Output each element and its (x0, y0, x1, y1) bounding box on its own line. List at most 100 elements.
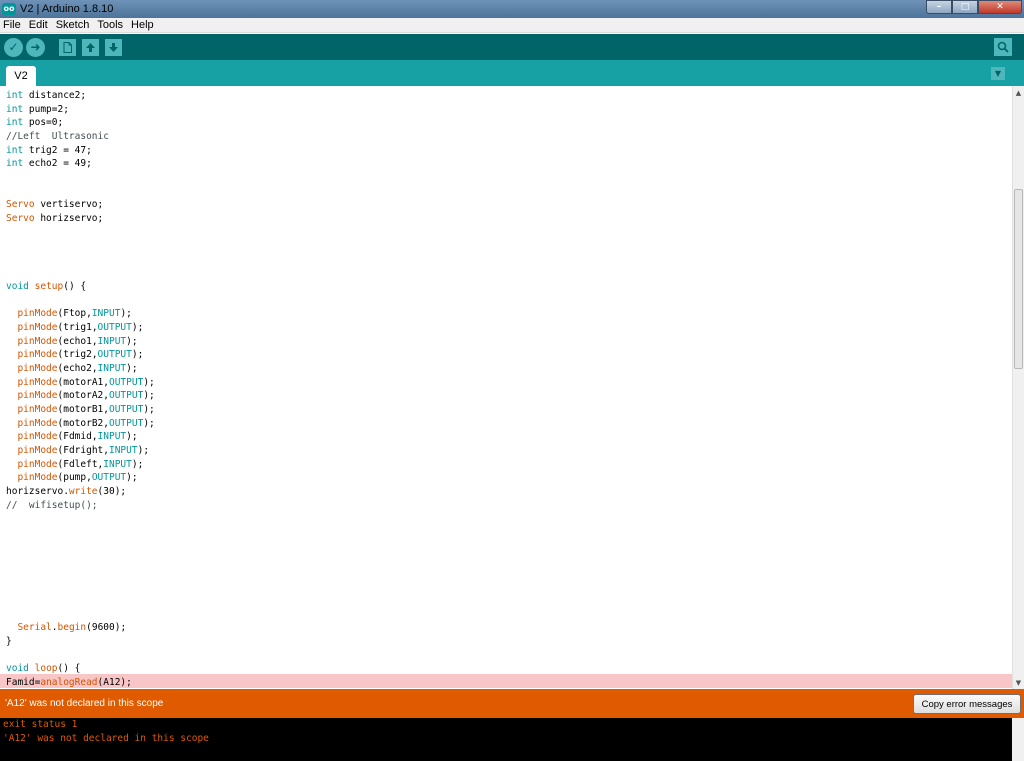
arrow-up-icon (86, 42, 95, 52)
code-line: Servo horizservo; (6, 212, 103, 225)
code-line: pinMode(echo1,INPUT); (6, 335, 138, 348)
code-token: ); (131, 349, 144, 361)
console-scrollbar[interactable] (1012, 718, 1024, 761)
code-token: OUTPUT (108, 403, 144, 415)
scroll-down-icon[interactable]: ▼ (1013, 677, 1024, 688)
code-line: Famid=analogRead(A12); (6, 676, 132, 689)
code-token: (Ftop, (57, 308, 92, 320)
code-token: ); (126, 335, 138, 347)
code-token: horizservo; (34, 212, 104, 224)
code-token: } (6, 636, 12, 647)
code-token: pinMode (17, 349, 58, 361)
check-icon: ✓ (8, 40, 19, 54)
code-line: // wifisetup(); (6, 499, 98, 512)
code-line: Servo vertiservo; (6, 198, 103, 211)
code-token: () { (57, 663, 81, 675)
menu-bar: File Edit Sketch Tools Help (0, 18, 1024, 33)
code-token: pinMode (17, 417, 58, 429)
code-token: (trig1, (57, 322, 98, 334)
minimize-button[interactable]: – (926, 0, 952, 14)
code-token: (pump, (57, 472, 92, 484)
code-token: // wifisetup(); (6, 499, 98, 511)
code-token: //Left Ultrasonic (6, 130, 109, 142)
code-token: pinMode (17, 363, 58, 374)
tab-v2[interactable]: V2 (6, 66, 36, 86)
code-token: (echo2, (57, 363, 98, 374)
code-token: int (6, 144, 24, 156)
copy-error-messages-button[interactable]: Copy error messages (913, 694, 1021, 714)
code-token: horizservo. (6, 485, 69, 497)
code-token: trig2 = 47; (23, 144, 92, 156)
code-token: (Fdright, (57, 444, 109, 456)
code-line: int pump=2; (6, 103, 69, 116)
code-token: OUTPUT (108, 390, 144, 402)
code-token: distance2; (23, 90, 87, 101)
code-line: horizservo.write(30); (6, 485, 126, 498)
code-line: pinMode(trig1,OUTPUT); (6, 321, 143, 334)
code-token: ); (137, 444, 150, 456)
menu-file[interactable]: File (0, 19, 25, 31)
code-token: INPUT (108, 444, 138, 456)
scrollbar-thumb[interactable] (1014, 189, 1023, 369)
title-bar: oo V2 | Arduino 1.8.10 – □ ✕ (0, 0, 1024, 18)
open-button[interactable] (82, 38, 99, 56)
menu-help[interactable]: Help (127, 19, 158, 31)
code-token: Serial (17, 622, 52, 634)
code-editor[interactable]: int distance2; int pump=2; int pos=0;//Lef… (0, 86, 1012, 689)
code-token: ); (143, 417, 155, 429)
code-token: INPUT (97, 335, 127, 347)
console-output[interactable]: exit status 1 'A12' was not declared in t… (0, 718, 1012, 761)
editor-scrollbar[interactable]: ▲ ▼ (1012, 86, 1024, 689)
code-token: pinMode (17, 403, 58, 415)
scroll-up-icon[interactable]: ▲ (1013, 87, 1024, 98)
new-button[interactable] (59, 38, 76, 56)
magnifier-icon (997, 41, 1009, 53)
menu-sketch[interactable]: Sketch (52, 19, 94, 31)
code-token: (9600); (86, 622, 127, 634)
console-line: exit status 1 (3, 719, 78, 730)
close-button[interactable]: ✕ (978, 0, 1022, 14)
code-token: pump=2; (23, 103, 69, 115)
code-token: OUTPUT (108, 417, 144, 429)
code-token: ); (131, 458, 144, 470)
console-line: 'A12' was not declared in this scope (3, 732, 209, 744)
code-token: pinMode (17, 376, 58, 388)
code-token: ); (126, 472, 138, 484)
code-token: ); (131, 322, 144, 334)
menu-edit[interactable]: Edit (25, 19, 52, 31)
code-token: pinMode (17, 472, 58, 484)
code-token: ); (143, 403, 155, 415)
maximize-button[interactable]: □ (952, 0, 978, 14)
code-token: pinMode (17, 335, 58, 347)
serial-monitor-button[interactable] (994, 38, 1012, 56)
code-token: (motorA2, (57, 390, 109, 402)
code-token: INPUT (91, 308, 121, 320)
menu-tools[interactable]: Tools (93, 19, 127, 31)
code-line: } (6, 635, 12, 648)
code-token: analogRead (40, 676, 98, 688)
upload-button[interactable]: ➜ (26, 37, 45, 57)
code-token: INPUT (103, 458, 132, 470)
code-line: pinMode(motorB2,OUTPUT); (6, 417, 155, 430)
error-message: 'A12' was not declared in this scope (5, 698, 164, 709)
tab-menu-button[interactable]: ▼ (991, 67, 1005, 80)
code-token: ); (126, 363, 138, 374)
verify-button[interactable]: ✓ (4, 37, 23, 57)
code-line: void setup() { (6, 280, 86, 293)
code-line: pinMode(trig2,OUTPUT); (6, 348, 143, 361)
code-token: INPUT (97, 363, 127, 374)
save-button[interactable] (105, 38, 122, 56)
toolbar: ✓ ➜ (0, 34, 1024, 60)
code-token: (Fdleft, (57, 458, 104, 470)
code-token: (A12); (97, 676, 132, 688)
code-token: echo2 = 49; (23, 158, 92, 170)
